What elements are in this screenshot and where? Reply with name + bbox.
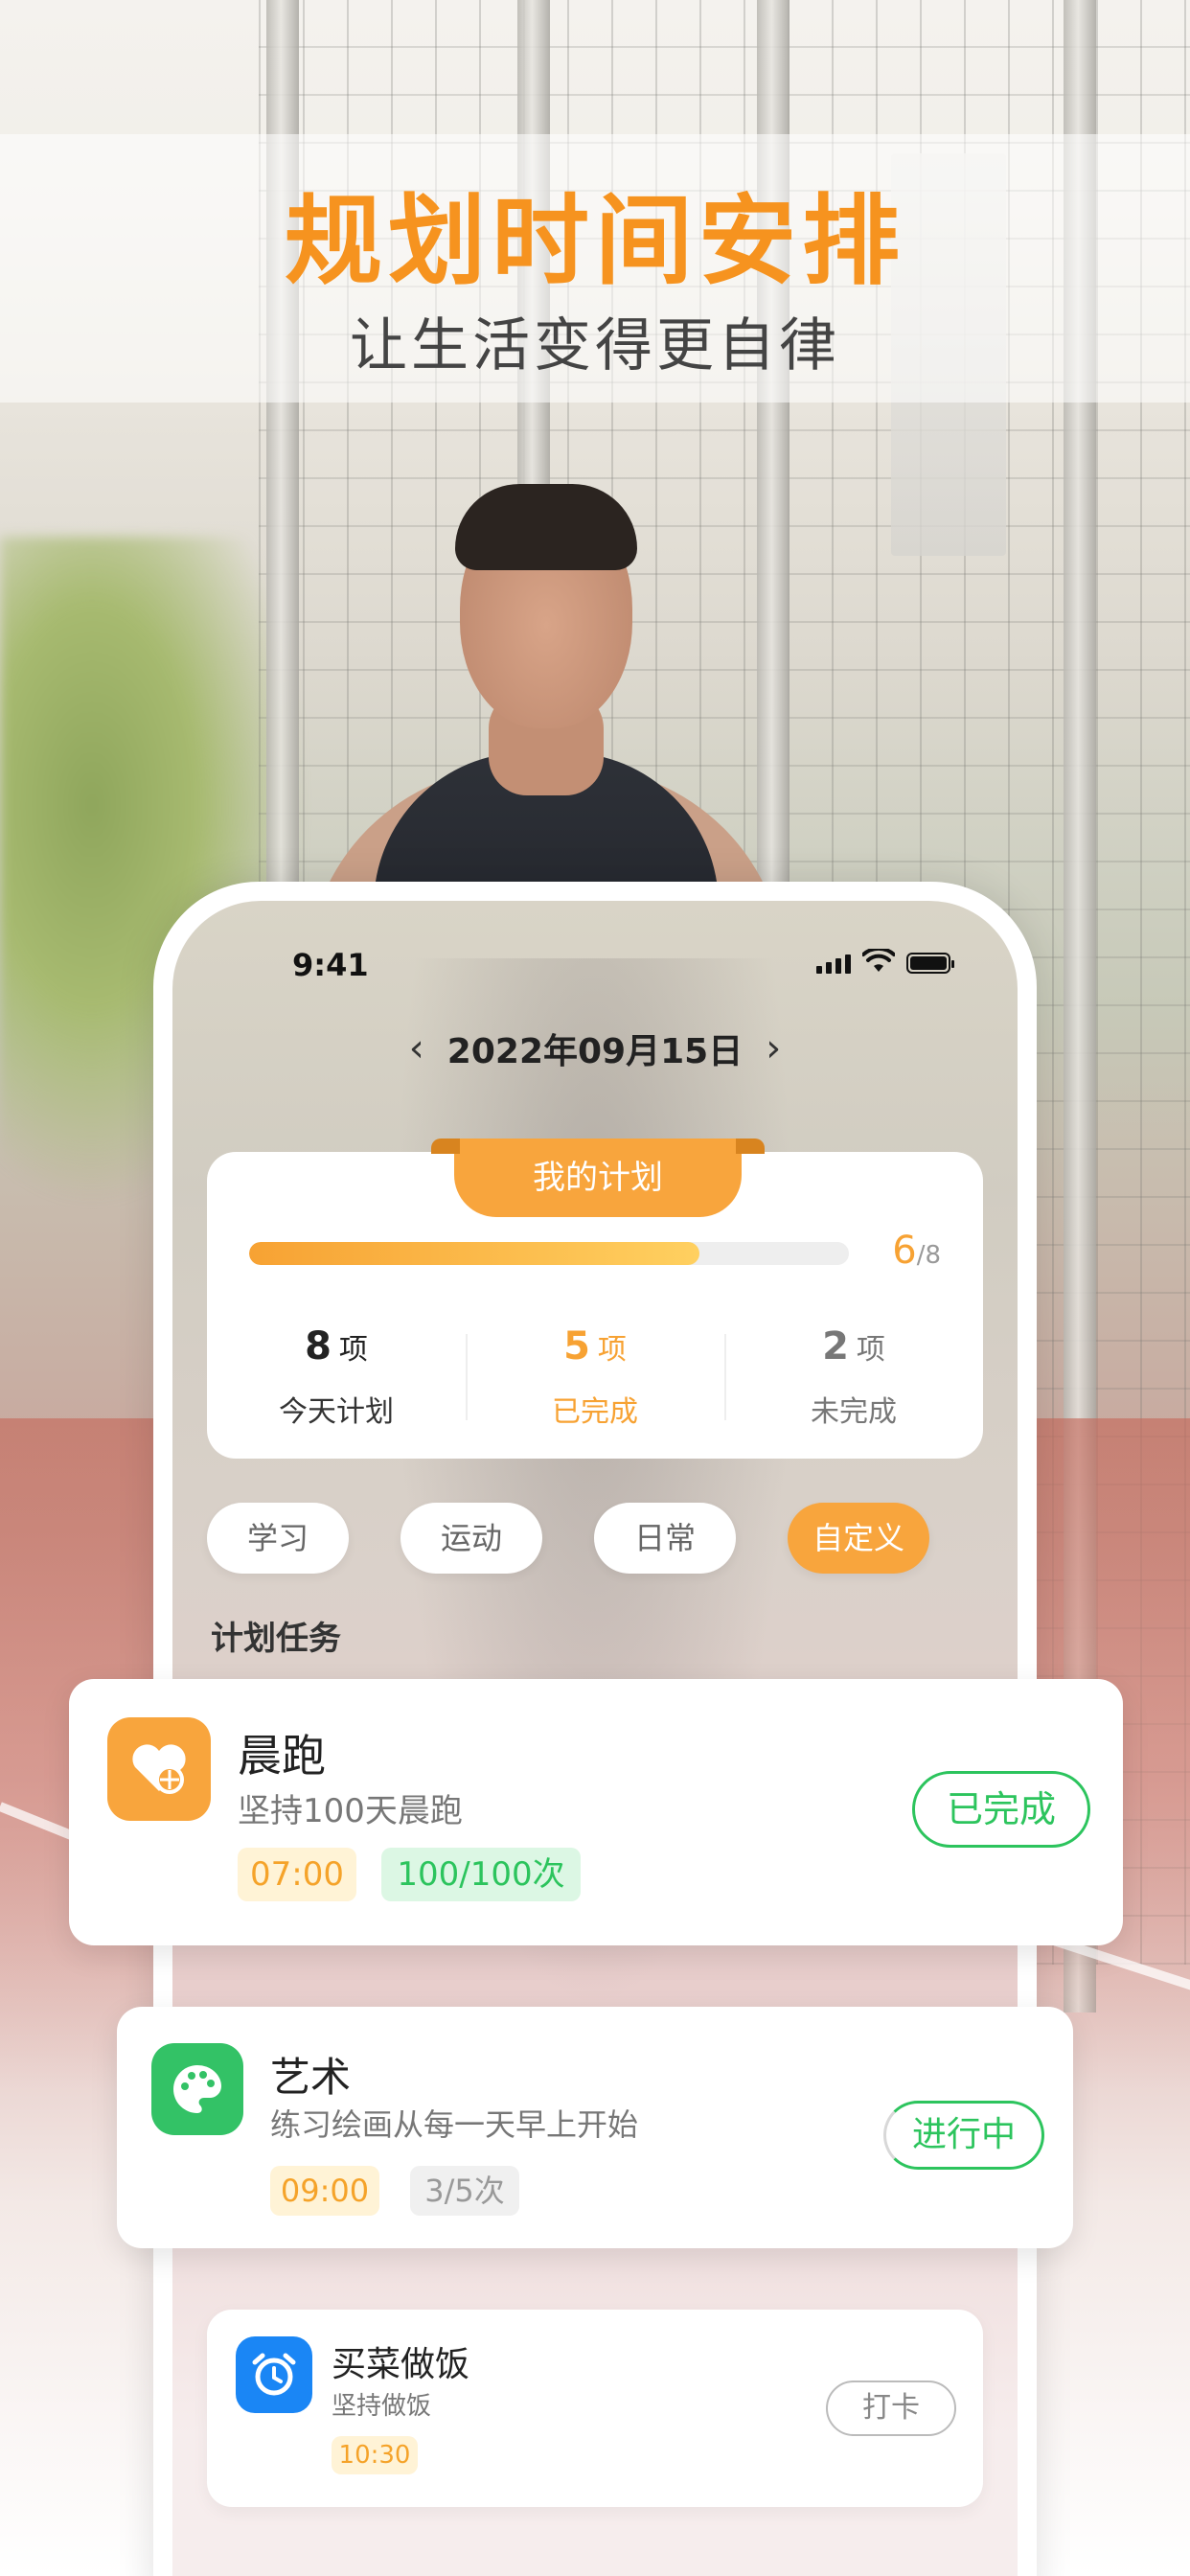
date-navigator: ‹ 2022年09月15日 › <box>172 1024 1018 1073</box>
task-card-morning-run[interactable]: 晨跑 坚持100天晨跑 07:00 100/100次 已完成 <box>69 1679 1123 1945</box>
category-tab-study[interactable]: 学习 <box>207 1503 349 1574</box>
stat-incomplete-unit: 项 <box>856 1333 885 1367</box>
headline-subtitle: 让生活变得更自律 <box>350 312 840 380</box>
my-plan-tab: 我的计划 <box>431 1138 765 1217</box>
plan-progress-bar <box>249 1242 849 1265</box>
plan-progress-fill <box>249 1242 699 1265</box>
alarm-clock-icon <box>236 2336 312 2413</box>
category-tabs: 学习 运动 日常 自定义 <box>207 1503 929 1574</box>
task-subtitle: 练习绘画从每一天早上开始 <box>270 2106 639 2143</box>
task-card-cooking[interactable]: 买菜做饭 坚持做饭 10:30 打卡 <box>207 2310 983 2507</box>
task-status-in-progress-button[interactable]: 进行中 <box>883 2101 1044 2170</box>
task-status-completed-button[interactable]: 已完成 <box>912 1771 1090 1848</box>
task-time-tag: 10:30 <box>332 2436 418 2474</box>
stat-completed-label: 已完成 <box>552 1395 638 1429</box>
stat-planned-label: 今天计划 <box>279 1395 394 1429</box>
task-time-tag: 07:00 <box>238 1848 356 1901</box>
plan-stats: 8项 今天计划 5项 已完成 2项 未完成 <box>207 1324 983 1430</box>
prev-day-button[interactable]: ‹ <box>409 1026 424 1070</box>
headline-title: 规划时间安排 <box>285 185 905 299</box>
task-subtitle: 坚持做饭 <box>332 2392 432 2421</box>
status-icons <box>816 949 954 974</box>
task-title: 买菜做饭 <box>332 2345 470 2384</box>
category-tab-daily[interactable]: 日常 <box>594 1503 736 1574</box>
plan-progress-label: 6/8 <box>892 1229 941 1273</box>
athlete-hair <box>455 484 637 570</box>
category-tab-sport[interactable]: 运动 <box>400 1503 542 1574</box>
progress-completed: 6 <box>892 1229 917 1273</box>
section-title: 计划任务 <box>211 1620 341 1658</box>
battery-icon <box>906 953 954 974</box>
category-tab-custom[interactable]: 自定义 <box>788 1503 929 1574</box>
stat-completed-unit: 项 <box>597 1333 627 1367</box>
stat-planned-unit: 项 <box>338 1333 368 1367</box>
task-count-tag: 100/100次 <box>381 1848 581 1901</box>
task-title: 晨跑 <box>238 1730 326 1782</box>
stat-planned-number: 8 <box>305 1324 332 1368</box>
stat-incomplete-number: 2 <box>822 1324 849 1368</box>
heart-target-icon <box>107 1717 211 1821</box>
progress-total: /8 <box>916 1241 941 1270</box>
next-day-button[interactable]: › <box>766 1026 781 1070</box>
current-date: 2022年09月15日 <box>446 1032 744 1071</box>
signal-icon <box>816 954 851 974</box>
task-card-art[interactable]: 艺术 练习绘画从每一天早上开始 09:00 3/5次 进行中 <box>117 2007 1073 2248</box>
task-checkin-button[interactable]: 打卡 <box>826 2380 956 2436</box>
athlete-photo <box>268 479 824 1021</box>
task-count-tag: 3/5次 <box>410 2166 519 2216</box>
task-title: 艺术 <box>270 2054 352 2101</box>
stat-incomplete: 2项 未完成 <box>724 1324 983 1430</box>
palette-icon <box>151 2043 243 2135</box>
status-time: 9:41 <box>292 947 369 983</box>
task-time-tag: 09:00 <box>270 2166 379 2216</box>
stat-completed-number: 5 <box>563 1324 590 1368</box>
stat-incomplete-label: 未完成 <box>811 1395 897 1429</box>
task-subtitle: 坚持100天晨跑 <box>238 1792 463 1830</box>
my-plan-card: 我的计划 6/8 8项 今天计划 5项 已完成 2项 未完成 <box>207 1138 983 1459</box>
wifi-icon <box>862 949 895 972</box>
stat-completed: 5项 已完成 <box>466 1324 724 1430</box>
stat-planned: 8项 今天计划 <box>207 1324 466 1430</box>
